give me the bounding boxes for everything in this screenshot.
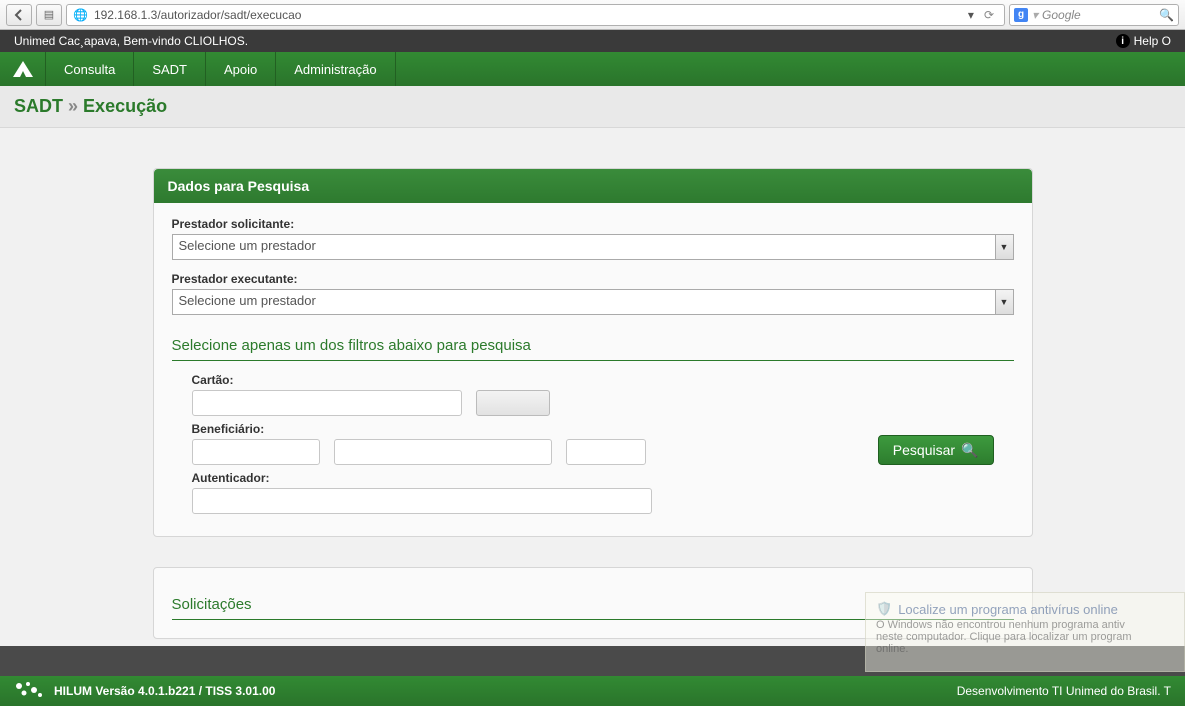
nav-administracao[interactable]: Administração bbox=[276, 52, 395, 86]
footer-version: HILUM Versão 4.0.1.b221 / TISS 3.01.00 bbox=[54, 684, 275, 698]
search-panel: Dados para Pesquisa Prestador solicitant… bbox=[153, 168, 1033, 537]
welcome-text: Unimed Cac¸apava, Bem-vindo CLIOLHOS. bbox=[14, 34, 248, 48]
label-solicitante: Prestador solicitante: bbox=[172, 217, 1014, 231]
url-bar[interactable]: 🌐 192.168.1.3/autorizador/sadt/execucao … bbox=[66, 4, 1005, 26]
input-cartao[interactable] bbox=[192, 390, 462, 416]
input-benef-1[interactable] bbox=[192, 439, 320, 465]
nav-sadt[interactable]: SADT bbox=[134, 52, 206, 86]
panel-title: Dados para Pesquisa bbox=[154, 169, 1032, 203]
antivirus-popup[interactable]: 🛡️ Localize um programa antivírus online… bbox=[865, 592, 1185, 672]
select-solicitante[interactable]: Selecione um prestador bbox=[172, 234, 1014, 260]
input-benef-3[interactable] bbox=[566, 439, 646, 465]
nav-consulta[interactable]: Consulta bbox=[46, 52, 134, 86]
nav-apoio[interactable]: Apoio bbox=[206, 52, 276, 86]
globe-icon: 🌐 bbox=[73, 8, 88, 22]
dropdown-icon[interactable]: ▾ bbox=[968, 8, 974, 22]
cartao-aux-button[interactable] bbox=[476, 390, 550, 416]
label-cartao: Cartão: bbox=[192, 373, 462, 387]
search-icon[interactable]: 🔍 bbox=[1159, 8, 1174, 22]
google-icon: g bbox=[1014, 8, 1028, 22]
footer-dev: Desenvolvimento TI Unimed do Brasil. T bbox=[957, 684, 1171, 698]
label-autenticador: Autenticador: bbox=[192, 471, 652, 485]
footer: HILUM Versão 4.0.1.b221 / TISS 3.01.00 D… bbox=[0, 676, 1185, 706]
page: SADT » Execução Dados para Pesquisa Pres… bbox=[0, 86, 1185, 706]
url-text: 192.168.1.3/autorizador/sadt/execucao bbox=[94, 8, 301, 22]
main-nav: Consulta SADT Apoio Administração bbox=[0, 52, 1185, 86]
input-benef-2[interactable] bbox=[334, 439, 552, 465]
shield-icon: 🛡️ bbox=[876, 601, 892, 617]
search-placeholder: Google bbox=[1042, 8, 1081, 22]
label-executante: Prestador executante: bbox=[172, 272, 1014, 286]
breadcrumb: SADT » Execução bbox=[0, 86, 1185, 128]
label-beneficiario: Beneficiário: bbox=[192, 422, 320, 436]
welcome-bar: Unimed Cac¸apava, Bem-vindo CLIOLHOS. i … bbox=[0, 30, 1185, 52]
filters-heading: Selecione apenas um dos filtros abaixo p… bbox=[172, 327, 1014, 361]
search-button[interactable]: Pesquisar 🔍 bbox=[878, 435, 994, 465]
browser-toolbar: ▤ 🌐 192.168.1.3/autorizador/sadt/execuca… bbox=[0, 0, 1185, 30]
search-icon: 🔍 bbox=[961, 442, 978, 459]
bookmarks-button[interactable]: ▤ bbox=[36, 4, 62, 26]
browser-search[interactable]: g ▾ Google 🔍 bbox=[1009, 4, 1179, 26]
help-link[interactable]: i Help O bbox=[1116, 34, 1171, 48]
logo[interactable] bbox=[0, 52, 46, 86]
input-autenticador[interactable] bbox=[192, 488, 652, 514]
select-executante[interactable]: Selecione um prestador bbox=[172, 289, 1014, 315]
reload-icon[interactable]: ⟳ bbox=[980, 8, 998, 22]
footer-logo-icon bbox=[14, 681, 44, 702]
back-button[interactable] bbox=[6, 4, 32, 26]
info-icon: i bbox=[1116, 34, 1130, 48]
